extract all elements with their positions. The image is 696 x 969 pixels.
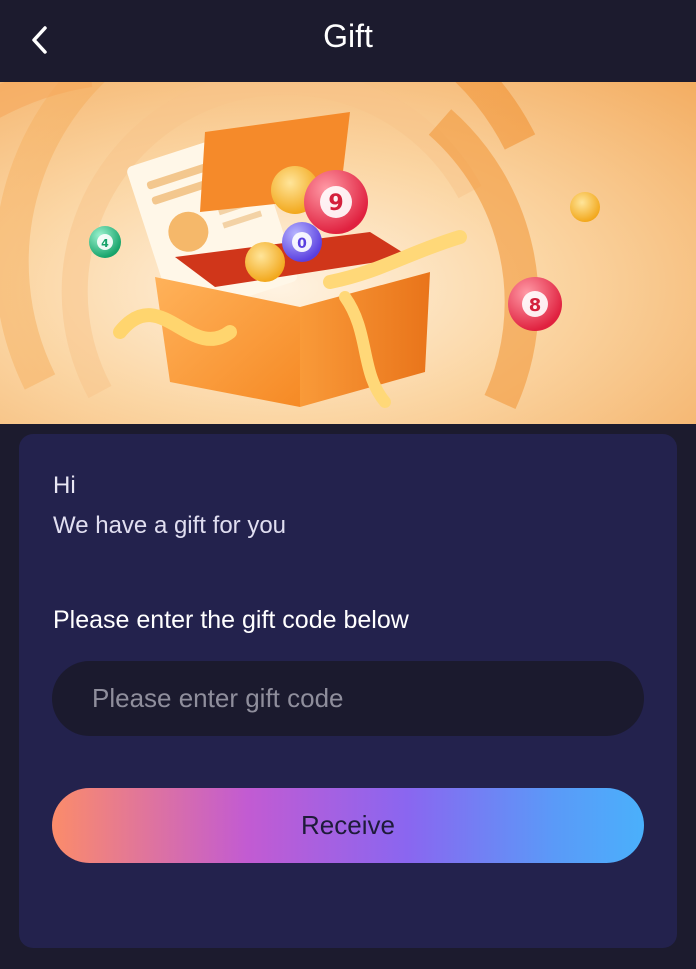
ball-label-0: 0 [297,236,307,252]
ball-label-9: 9 [328,191,343,216]
ball-label-8: 8 [529,295,542,316]
gift-code-input[interactable] [52,661,644,736]
gift-card: Hi We have a gift for you Please enter t… [19,434,677,948]
receive-button[interactable]: Receive [52,788,644,863]
header-bar: Gift [0,0,696,82]
greeting-text: Hi [53,472,76,499]
gift-code-prompt: Please enter the gift code below [53,606,409,634]
ball-label-4: 4 [101,237,109,250]
page-title: Gift [323,18,373,54]
gift-banner: 9 0 4 8 [0,82,696,424]
gift-message: We have a gift for you [53,512,287,539]
gift-box-illustration: 9 0 4 8 [0,82,600,410]
